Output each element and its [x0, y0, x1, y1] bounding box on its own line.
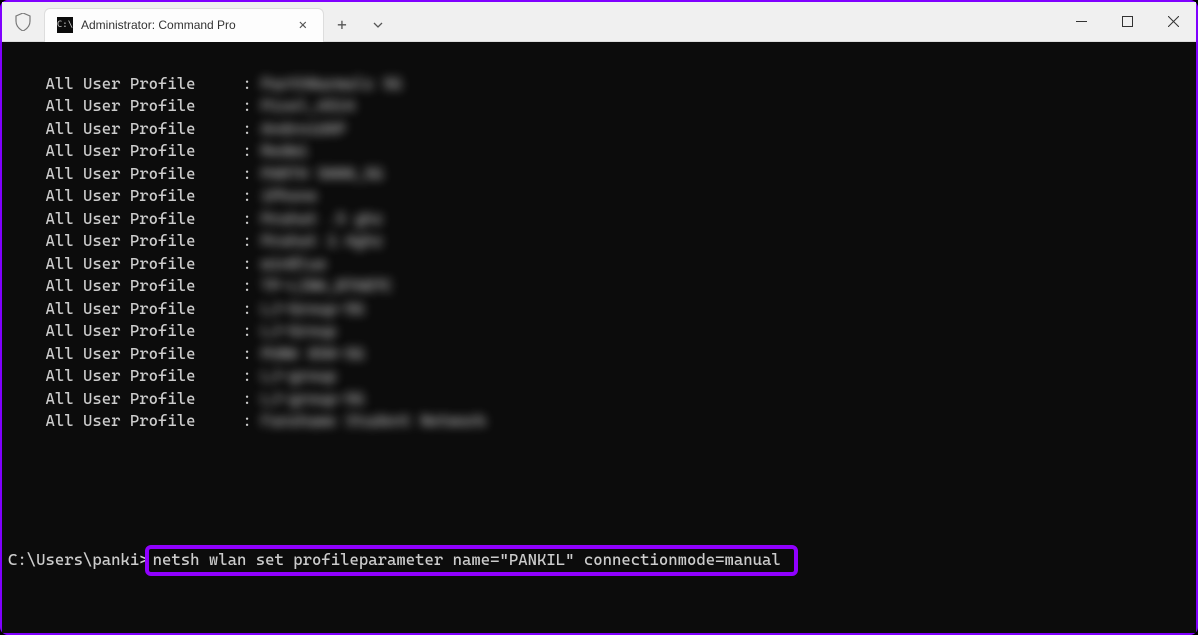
- profile-value-blurred: ParthNarmals 5G: [261, 73, 402, 96]
- profile-label: All User Profile :: [8, 73, 261, 96]
- profile-line: All User Profile : ParthNarmals 5G: [8, 73, 1190, 96]
- profile-value-blurred: LJ-Group-5G: [261, 298, 364, 321]
- title-bar: C:\ Administrator: Command Pro ✕ +: [2, 2, 1196, 42]
- profile-label: All User Profile :: [8, 320, 261, 343]
- cmd-icon: C:\: [57, 17, 73, 33]
- profile-label: All User Profile :: [8, 253, 261, 276]
- profile-line: All User Profile : LJ-Group-5G: [8, 298, 1190, 321]
- profile-value-blurred: winBlue: [261, 253, 327, 276]
- maximize-button[interactable]: [1104, 2, 1150, 41]
- profile-label: All User Profile :: [8, 185, 261, 208]
- profile-line: All User Profile : winBlue: [8, 253, 1190, 276]
- profile-value-blurred: AndroidAP: [261, 118, 345, 141]
- profile-value-blurred: PARTH 5000_5G: [261, 163, 383, 186]
- profile-label: All User Profile :: [8, 275, 261, 298]
- profile-value-blurred: LJ-group-5G: [261, 388, 364, 411]
- profile-label: All User Profile :: [8, 410, 261, 433]
- profile-line: All User Profile : PUNK 850-5G: [8, 343, 1190, 366]
- profile-value-blurred: Fanshawe Student Network: [261, 410, 486, 433]
- prompt: C:\Users\panki>: [8, 550, 149, 569]
- profile-line: All User Profile : Prahat 2.4ghz: [8, 230, 1190, 253]
- profile-label: All User Profile :: [8, 365, 261, 388]
- profile-value-blurred: iPhone: [261, 185, 317, 208]
- profile-label: All User Profile :: [8, 343, 261, 366]
- profile-line: All User Profile : iPhone: [8, 185, 1190, 208]
- close-button[interactable]: [1150, 2, 1196, 41]
- profile-value-blurred: Pixel_4514: [261, 95, 355, 118]
- profile-line: All User Profile : Pixel_4514: [8, 95, 1190, 118]
- profile-label: All User Profile :: [8, 388, 261, 411]
- new-tab-button[interactable]: +: [324, 8, 360, 42]
- minimize-button[interactable]: [1058, 2, 1104, 41]
- window-controls: [1058, 2, 1196, 41]
- profile-value-blurred: LJ-Group: [261, 320, 336, 343]
- profile-label: All User Profile :: [8, 298, 261, 321]
- profile-label: All User Profile :: [8, 208, 261, 231]
- command-text: netsh wlan set profileparameter name="PA…: [153, 550, 781, 569]
- profile-label: All User Profile :: [8, 230, 261, 253]
- profile-line: All User Profile : LJ-group-5G: [8, 388, 1190, 411]
- profile-line: All User Profile : TP-LINK_B7AB7C: [8, 275, 1190, 298]
- command-highlight: netsh wlan set profileparameter name="PA…: [145, 545, 799, 576]
- profile-label: All User Profile :: [8, 140, 261, 163]
- shield-icon: [14, 12, 32, 32]
- profile-line: All User Profile : Fanshawe Student Netw…: [8, 410, 1190, 433]
- tab-title: Administrator: Command Pro: [81, 18, 287, 32]
- profile-value-blurred: Prahat 2.4ghz: [261, 230, 383, 253]
- profile-label: All User Profile :: [8, 163, 261, 186]
- profile-value-blurred: LJ-group: [261, 365, 336, 388]
- profile-value-blurred: TP-LINK_B7AB7C: [261, 275, 392, 298]
- profile-line: All User Profile : Prahat .5 ghz: [8, 208, 1190, 231]
- profile-line: All User Profile : AndroidAP: [8, 118, 1190, 141]
- tab-cmd[interactable]: C:\ Administrator: Command Pro ✕: [44, 8, 324, 42]
- terminal-output[interactable]: All User Profile : ParthNarmals 5G All U…: [2, 42, 1196, 633]
- profile-line: All User Profile : LJ-Group: [8, 320, 1190, 343]
- profile-line: All User Profile : PARTH 5000_5G: [8, 163, 1190, 186]
- profile-value-blurred: Prahat .5 ghz: [261, 208, 383, 231]
- tab-dropdown-button[interactable]: [360, 8, 396, 42]
- profile-value-blurred: PUNK 850-5G: [261, 343, 364, 366]
- tab-close-button[interactable]: ✕: [295, 15, 311, 35]
- profile-label: All User Profile :: [8, 118, 261, 141]
- profile-line: All User Profile : LJ-group: [8, 365, 1190, 388]
- profile-value-blurred: Redmi: [261, 140, 308, 163]
- profile-line: All User Profile : Redmi: [8, 140, 1190, 163]
- profile-label: All User Profile :: [8, 95, 261, 118]
